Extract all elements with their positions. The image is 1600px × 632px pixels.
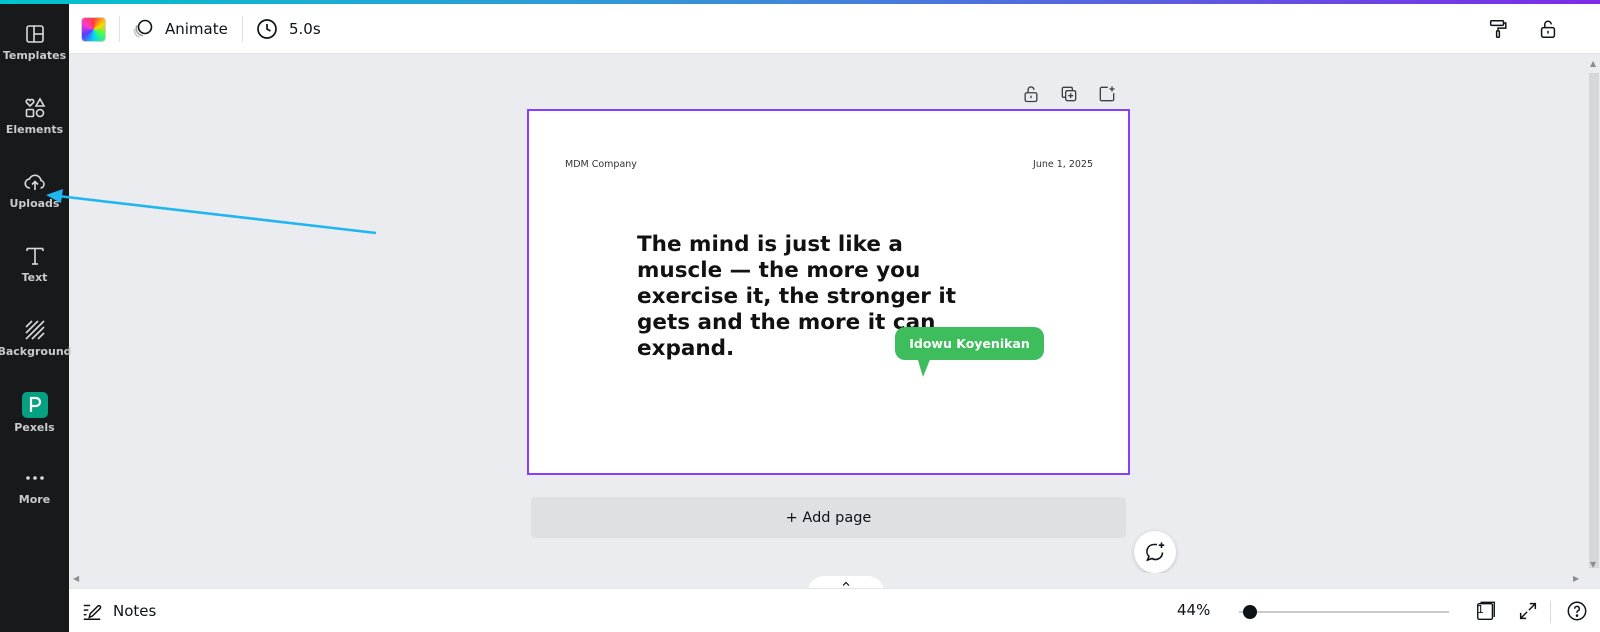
sidebar-item-text[interactable]: Text xyxy=(0,226,69,292)
sidebar-item-label: Pexels xyxy=(14,421,55,434)
sidebar-item-label: More xyxy=(18,493,51,506)
background-icon xyxy=(24,320,45,340)
company-name[interactable]: MDM Company xyxy=(565,159,637,170)
duplicate-page-button[interactable] xyxy=(1055,80,1083,108)
fullscreen-button[interactable] xyxy=(1512,595,1544,627)
elements-icon xyxy=(24,97,45,118)
notes-label: Notes xyxy=(113,602,157,620)
sidebar-item-uploads[interactable]: Uploads xyxy=(0,152,69,218)
sidebar-item-pexels[interactable]: Pexels xyxy=(0,374,69,440)
add-page-button[interactable]: + Add page xyxy=(531,497,1126,538)
scroll-up-icon[interactable]: ▲ xyxy=(1590,59,1596,68)
toolbar-divider xyxy=(242,16,243,42)
zoom-value[interactable]: 44% xyxy=(1177,601,1210,619)
clock-icon xyxy=(257,19,277,39)
page-count: 1 xyxy=(1477,603,1484,616)
toolbar-divider xyxy=(119,16,120,42)
more-icon xyxy=(25,476,44,480)
design-page[interactable]: MDM Company June 1, 2025 The mind is jus… xyxy=(527,109,1130,475)
sidebar-item-label: Text xyxy=(21,271,48,284)
scroll-right-icon[interactable]: ▶ xyxy=(1573,574,1579,583)
page-count-button[interactable]: 1 xyxy=(1470,595,1502,627)
page-actions xyxy=(1017,80,1121,108)
zoom-slider-track[interactable] xyxy=(1239,611,1449,613)
add-comment-icon xyxy=(1146,542,1165,562)
editor-toolbar: Animate 5.0s xyxy=(69,4,1600,54)
paint-roller-icon xyxy=(1489,20,1507,38)
sidebar-item-label: Uploads xyxy=(9,197,60,210)
sidebar-item-background[interactable]: Background xyxy=(0,300,72,366)
help-icon xyxy=(1567,601,1587,621)
help-button[interactable] xyxy=(1561,595,1593,627)
expand-icon xyxy=(1519,602,1537,620)
color-picker-button[interactable] xyxy=(81,17,106,42)
animate-button[interactable]: Animate xyxy=(125,12,234,46)
sidebar-item-elements[interactable]: Elements xyxy=(0,78,69,144)
animate-icon xyxy=(133,19,153,38)
sidebar-item-label: Elements xyxy=(5,123,64,136)
add-page-icon-button[interactable] xyxy=(1093,80,1121,108)
scroll-left-icon[interactable]: ◀ xyxy=(73,574,79,583)
sidebar-item-label: Templates xyxy=(2,49,67,62)
scroll-thumb[interactable] xyxy=(1589,73,1599,568)
bottom-bar: Notes 44% 1 xyxy=(69,588,1600,632)
sidebar-item-more[interactable]: More xyxy=(0,448,69,514)
bubble-tail xyxy=(917,357,931,377)
comment-author-bubble[interactable]: Idowu Koyenikan xyxy=(895,327,1044,360)
zoom-slider-knob[interactable] xyxy=(1242,605,1257,619)
sidebar: Templates Elements Uploads Text Backgrou… xyxy=(0,4,72,632)
notes-icon xyxy=(83,604,102,620)
comment-button[interactable] xyxy=(1134,531,1176,573)
sidebar-item-templates[interactable]: Templates xyxy=(0,4,69,70)
pexels-icon xyxy=(21,392,48,418)
text-icon xyxy=(25,247,44,265)
duration-label: 5.0s xyxy=(289,20,321,38)
lock-page-button[interactable] xyxy=(1017,80,1045,108)
scroll-down-icon[interactable]: ▼ xyxy=(1590,560,1596,569)
duration-button[interactable]: 5.0s xyxy=(249,12,327,46)
animate-label: Animate xyxy=(165,20,228,38)
copy-style-button[interactable] xyxy=(1482,13,1514,45)
upload-cloud-icon xyxy=(23,174,45,190)
unlock-icon xyxy=(1540,20,1556,38)
templates-icon xyxy=(25,25,44,43)
lock-button[interactable] xyxy=(1532,13,1564,45)
duplicate-icon xyxy=(1061,86,1077,102)
vertical-scrollbar[interactable]: ▲ ▼ xyxy=(1588,55,1600,575)
design-date[interactable]: June 1, 2025 xyxy=(1033,159,1093,170)
unlock-icon xyxy=(1024,86,1038,103)
notes-button[interactable]: Notes xyxy=(81,594,156,628)
sidebar-item-label: Background xyxy=(0,345,72,358)
bottom-divider xyxy=(1550,601,1551,623)
add-page-icon xyxy=(1099,86,1115,102)
